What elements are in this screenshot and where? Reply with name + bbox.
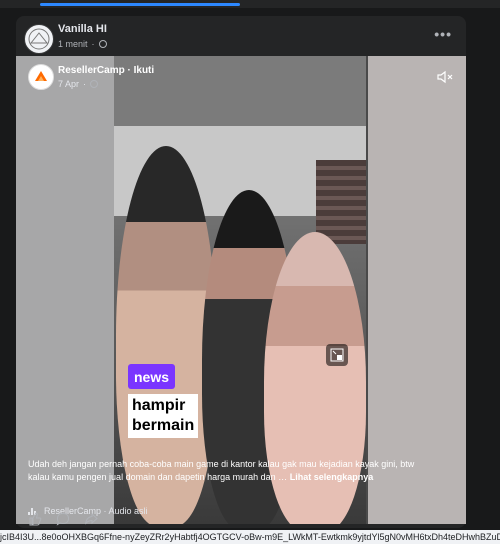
reel-page-line: ResellerCamp · Ikuti	[58, 65, 154, 76]
comment-icon[interactable]	[56, 512, 70, 526]
feed-post: Vanilla HI 1 menit · ••• news hampir ber…	[16, 16, 466, 528]
caption-line-2: bermain	[132, 417, 195, 434]
status-url-bar: jcIB4I3U...8e0oOHXBGq6Ffne-nyZeyZRr2yHab…	[0, 530, 500, 544]
reel-blur-right	[368, 56, 466, 524]
share-icon[interactable]	[84, 512, 98, 526]
reel-player[interactable]: news hampir bermain ResellerCamp · Ikuti…	[16, 56, 466, 524]
reel-blur-left	[16, 56, 114, 524]
like-icon[interactable]	[28, 512, 42, 526]
video-caption: hampir bermain	[128, 394, 199, 438]
picture-in-picture-button[interactable]	[326, 344, 348, 366]
follow-button[interactable]: Ikuti	[134, 65, 155, 76]
reel-description: Udah deh jangan pernah coba-coba main ga…	[28, 458, 418, 484]
reel-video[interactable]: news hampir bermain	[114, 56, 366, 524]
reel-page-logo[interactable]	[28, 64, 54, 90]
reel-globe-icon	[90, 80, 99, 88]
reel-date[interactable]: 7 Apr	[58, 79, 79, 89]
mute-icon[interactable]	[436, 68, 454, 86]
post-time[interactable]: 1 menit	[58, 39, 88, 49]
reel-date-separator: ·	[83, 79, 87, 89]
reel-page-name[interactable]: ResellerCamp	[58, 65, 125, 76]
more-options-button[interactable]: •••	[434, 26, 452, 42]
post-author[interactable]: Vanilla HI	[58, 23, 107, 35]
picture-in-picture-icon	[330, 348, 344, 362]
see-more-link[interactable]: Lihat selengkapnya	[290, 472, 374, 482]
resellercamp-logo-icon	[35, 71, 47, 81]
reel-date-line: 7 Apr ·	[58, 79, 99, 89]
avatar-icon	[28, 28, 50, 50]
video-brick-wall	[316, 160, 366, 244]
post-actions	[28, 512, 98, 526]
news-tag: news	[128, 364, 176, 389]
caption-line-1: hampir	[132, 397, 186, 414]
avatar[interactable]	[24, 24, 54, 54]
reel-name-separator: ·	[127, 65, 131, 76]
meta-separator: ·	[91, 39, 95, 49]
top-strip	[0, 0, 500, 8]
top-progress-bar	[40, 3, 240, 6]
post-meta: 1 menit ·	[58, 39, 107, 49]
globe-icon	[98, 40, 107, 48]
